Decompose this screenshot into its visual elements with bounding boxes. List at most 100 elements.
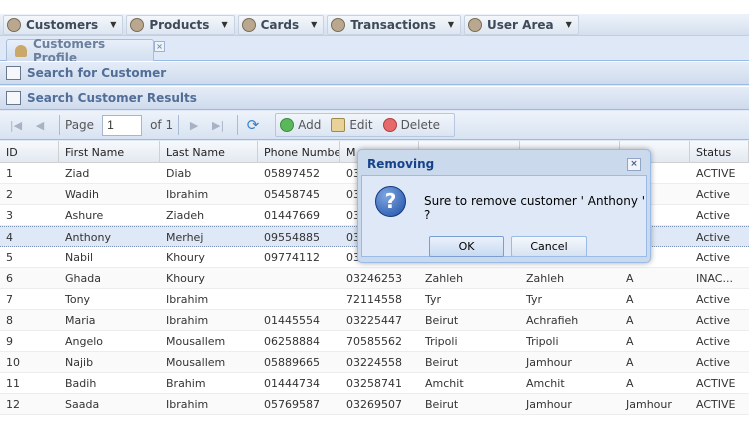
table-cell: 70585562 bbox=[346, 335, 402, 348]
table-cell: 01444734 bbox=[264, 377, 320, 390]
table-cell: Beirut bbox=[425, 314, 459, 327]
table-row[interactable]: 6 Ghada Khoury 03246253 Zahleh Zahleh A INAC... bbox=[0, 268, 749, 289]
table-row[interactable]: 9 Angelo Mousallem 06258884 70585562 Tripoli T… bbox=[0, 331, 749, 352]
table-cell: Anthony bbox=[65, 231, 111, 244]
table-cell: 9 bbox=[6, 335, 13, 348]
menu-customers[interactable]: Customers ▼ bbox=[3, 14, 124, 35]
table-cell: 06258884 bbox=[264, 335, 320, 348]
table-cell: Khoury bbox=[166, 251, 205, 264]
tab-bar: Customers Profile × bbox=[0, 37, 749, 65]
column-header[interactable]: First Name bbox=[59, 141, 160, 162]
table-cell: A bbox=[626, 272, 634, 285]
table-cell: Amchit bbox=[425, 377, 464, 390]
table-cell: Tyr bbox=[425, 293, 442, 306]
table-cell: 03246253 bbox=[346, 272, 402, 285]
table-cell: 05889665 bbox=[264, 356, 320, 369]
chevron-down-icon: ▼ bbox=[221, 20, 228, 29]
page-number-input[interactable] bbox=[102, 114, 143, 136]
table-cell: Badih bbox=[65, 377, 97, 390]
last-page-icon[interactable]: ▶| bbox=[208, 115, 228, 135]
column-header[interactable]: Phone Number bbox=[258, 141, 340, 162]
next-page-icon[interactable]: ▶ bbox=[184, 115, 204, 135]
delete-button[interactable]: Delete bbox=[382, 118, 440, 132]
table-cell: Ibrahim bbox=[166, 398, 209, 411]
user-icon bbox=[7, 17, 21, 32]
search-panel-header[interactable]: Search for Customer bbox=[0, 61, 749, 85]
close-icon[interactable]: × bbox=[627, 158, 641, 171]
column-header[interactable]: Last Name bbox=[160, 141, 258, 162]
table-cell: 72114558 bbox=[346, 293, 402, 306]
table-cell: A bbox=[626, 356, 634, 369]
table-cell: 10 bbox=[6, 356, 20, 369]
table-cell: Saada bbox=[65, 398, 100, 411]
table-cell: 2 bbox=[6, 188, 13, 201]
question-icon: ? bbox=[375, 186, 406, 217]
table-cell: 1 bbox=[6, 167, 13, 180]
menu-customers-label: Customers bbox=[26, 17, 99, 32]
table-cell: INAC... bbox=[696, 272, 733, 285]
table-cell: 12 bbox=[6, 398, 20, 411]
table-cell: A bbox=[626, 335, 634, 348]
table-cell: Achrafieh bbox=[526, 314, 579, 327]
table-cell: Angelo bbox=[65, 335, 104, 348]
table-cell: Merhej bbox=[166, 231, 204, 244]
action-button-group: Add Edit Delete bbox=[275, 113, 455, 137]
first-page-icon[interactable]: |◀ bbox=[6, 115, 26, 135]
edit-button[interactable]: Edit bbox=[331, 118, 373, 132]
table-cell: 3 bbox=[6, 209, 13, 222]
table-row[interactable]: 10 Najib Mousallem 05889665 03224558 Beirut Ja… bbox=[0, 352, 749, 373]
ok-button[interactable]: OK bbox=[429, 236, 504, 257]
edit-label: Edit bbox=[349, 118, 373, 132]
column-header[interactable]: ID bbox=[0, 141, 59, 162]
page-label: Page bbox=[65, 118, 95, 132]
table-cell: Ziad bbox=[65, 167, 90, 180]
table-cell: 05897452 bbox=[264, 167, 320, 180]
table-cell: Ghada bbox=[65, 272, 101, 285]
separator bbox=[237, 115, 239, 135]
delete-label: Delete bbox=[400, 118, 440, 132]
add-label: Add bbox=[298, 118, 322, 132]
table-cell: Tripoli bbox=[425, 335, 458, 348]
table-cell: Active bbox=[696, 231, 731, 244]
chevron-down-icon: ▼ bbox=[110, 20, 117, 29]
menu-transactions[interactable]: Transactions ▼ bbox=[327, 14, 462, 35]
table-cell: Brahim bbox=[166, 377, 206, 390]
table-cell: Ibrahim bbox=[166, 188, 209, 201]
table-cell: Ibrahim bbox=[166, 293, 209, 306]
table-cell: 4 bbox=[6, 231, 13, 244]
cancel-button[interactable]: Cancel bbox=[511, 236, 587, 257]
table-cell: Jamhour bbox=[526, 398, 572, 411]
add-button[interactable]: Add bbox=[280, 118, 321, 132]
menu-user-area[interactable]: User Area ▼ bbox=[464, 14, 579, 35]
user-icon bbox=[15, 44, 27, 57]
table-row[interactable]: 8 Maria Ibrahim 01445554 03225447 Beirut Achra… bbox=[0, 310, 749, 331]
menu-cards[interactable]: Cards ▼ bbox=[237, 14, 325, 35]
table-row[interactable]: 12 Saada Ibrahim 05769587 03269507 Beirut Jamh… bbox=[0, 394, 749, 415]
table-cell: Nabil bbox=[65, 251, 94, 264]
dialog-message: Sure to remove customer ' Anthony ' ? bbox=[424, 194, 646, 222]
table-cell: Active bbox=[696, 293, 731, 306]
table-cell: Active bbox=[696, 251, 731, 264]
dialog-title-bar[interactable]: Removing × bbox=[361, 153, 647, 175]
refresh-icon[interactable]: ⟳ bbox=[243, 115, 263, 135]
menu-products[interactable]: Products ▼ bbox=[126, 14, 235, 35]
products-icon bbox=[130, 17, 145, 32]
table-cell: 03225447 bbox=[346, 314, 402, 327]
separator bbox=[59, 115, 60, 135]
table-cell: Ibrahim bbox=[166, 314, 209, 327]
table-cell: Jamhour bbox=[526, 356, 572, 369]
close-icon[interactable]: × bbox=[154, 41, 165, 52]
table-row[interactable]: 7 Tony Ibrahim 72114558 Tyr Tyr A Active bbox=[0, 289, 749, 310]
table-cell: ACTIVE bbox=[696, 398, 736, 411]
prev-page-icon[interactable]: ◀ bbox=[30, 115, 50, 135]
table-cell: 8 bbox=[6, 314, 13, 327]
paging-toolbar: |◀ ◀ Page of 1 ▶ ▶| ⟳ Add Edit Delete bbox=[0, 111, 749, 140]
column-header[interactable]: Status bbox=[690, 141, 749, 162]
table-cell: Ashure bbox=[65, 209, 104, 222]
results-panel-header[interactable]: Search Customer Results bbox=[0, 86, 749, 110]
tab-customers-profile[interactable]: Customers Profile × bbox=[6, 37, 165, 65]
search-icon bbox=[6, 66, 21, 80]
table-cell: Beirut bbox=[425, 398, 459, 411]
chevron-down-icon: ▼ bbox=[447, 20, 455, 29]
table-row[interactable]: 11 Badih Brahim 01444734 03258741 Amchit Amchi… bbox=[0, 373, 749, 394]
